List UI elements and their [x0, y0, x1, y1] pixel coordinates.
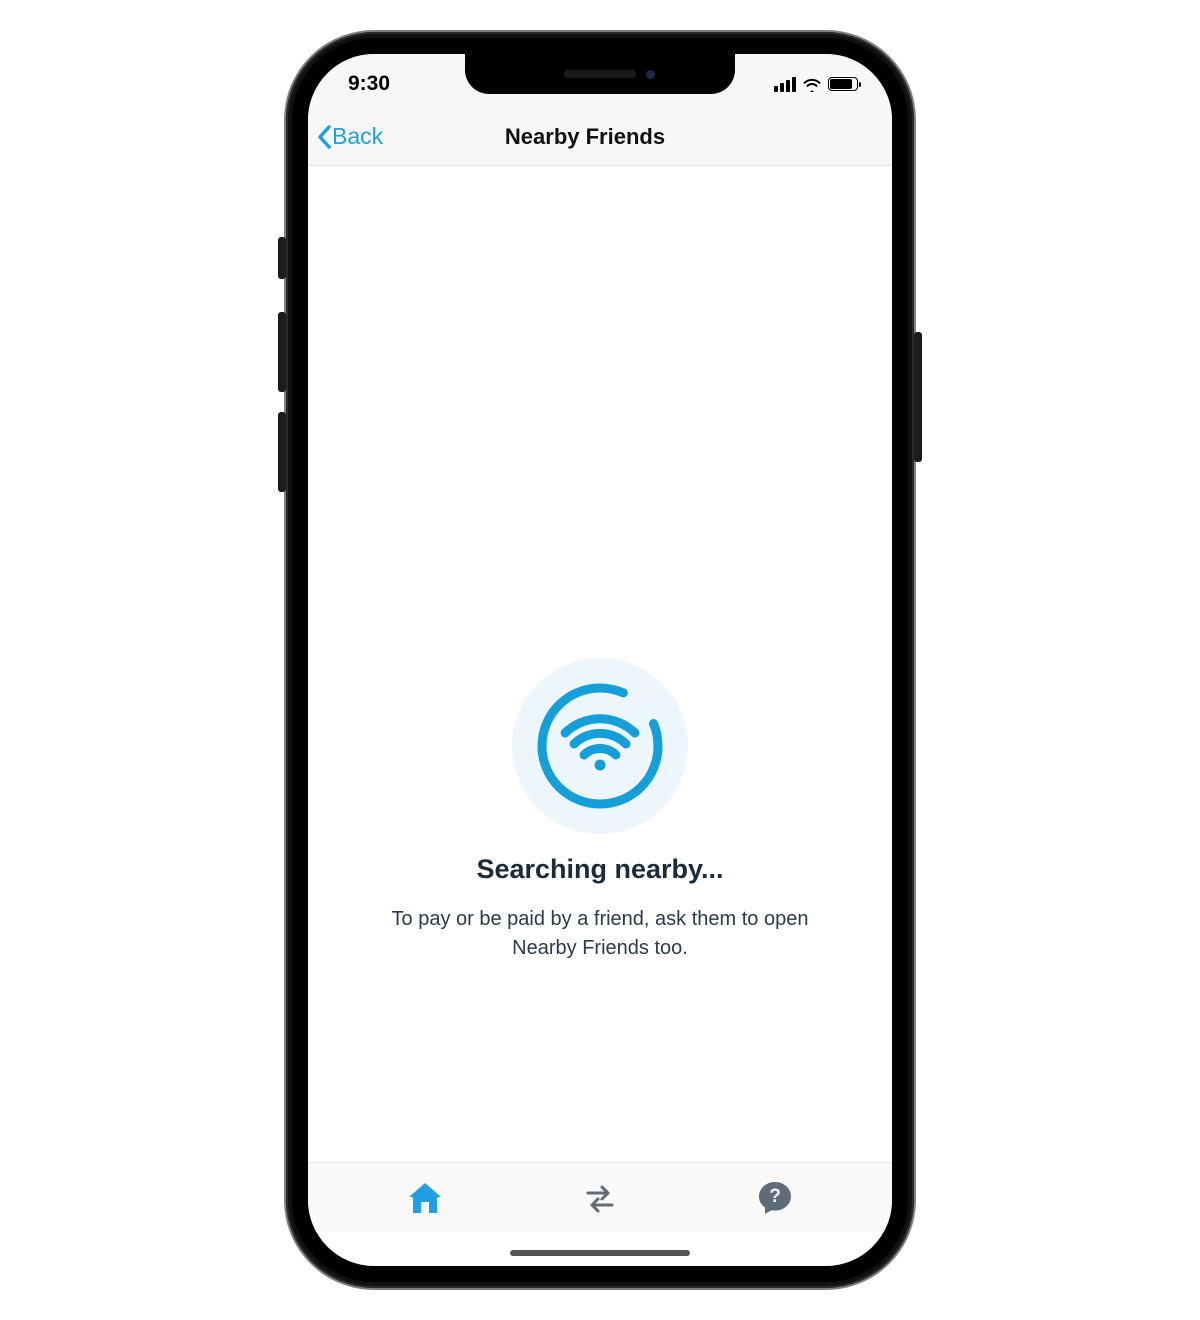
main-content: Searching nearby... To pay or be paid by…	[308, 166, 892, 1142]
status-right	[774, 71, 858, 92]
screen: 9:30	[308, 54, 892, 1266]
phone-frame: 9:30	[286, 32, 914, 1288]
wifi-icon	[802, 77, 822, 92]
volume-down-button	[278, 412, 286, 492]
home-indicator[interactable]	[510, 1250, 690, 1256]
back-label: Back	[332, 123, 383, 150]
radar-icon	[510, 656, 690, 836]
page-title: Nearby Friends	[308, 124, 892, 150]
nav-bar: Back Nearby Friends	[308, 108, 892, 166]
help-icon: ?	[756, 1179, 794, 1217]
volume-up-button	[278, 312, 286, 392]
svg-text:?: ?	[769, 1186, 781, 1207]
tab-transfer[interactable]	[570, 1173, 630, 1223]
tab-home[interactable]	[395, 1173, 455, 1223]
notch	[465, 54, 735, 94]
back-button[interactable]: Back	[316, 123, 383, 151]
silence-switch	[278, 237, 286, 279]
battery-icon	[828, 77, 858, 91]
search-container: Searching nearby... To pay or be paid by…	[308, 656, 892, 963]
tab-bar: ?	[308, 1162, 892, 1232]
status-time: 9:30	[342, 66, 390, 96]
tab-help[interactable]: ?	[745, 1173, 805, 1223]
search-heading: Searching nearby...	[476, 854, 723, 885]
home-icon	[405, 1180, 445, 1216]
power-button	[914, 332, 922, 462]
search-description: To pay or be paid by a friend, ask them …	[380, 905, 820, 963]
cellular-signal-icon	[774, 77, 796, 92]
transfer-icon	[580, 1182, 620, 1214]
